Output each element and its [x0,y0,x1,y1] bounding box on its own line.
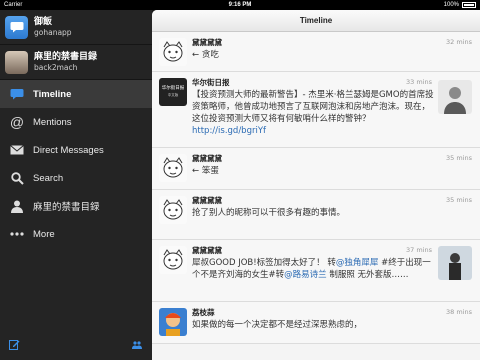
page-title: Timeline [152,10,480,32]
avatar-sublabel: 中文版 [167,93,179,97]
tweet-time: 35 mins [446,154,472,162]
tweet-time: 38 mins [446,308,472,316]
tweet-author: 黛黛黛黛 [192,196,222,205]
nav-item-profile[interactable]: 麻里的禁書目録 [0,192,152,220]
tweet-item[interactable]: 华尔街日报 中文版 华尔街日报 33 mins 【投资预测大师的最新警告】- 杰… [152,72,480,148]
sidebar-toolbar [0,338,152,360]
tweet-text: 制服照 无外套版…… [326,270,409,280]
avatar[interactable]: 华尔街日报 中文版 [159,78,187,106]
nav-label: Mentions [33,116,72,128]
avatar[interactable] [159,196,187,224]
tweet-thumbnail[interactable] [438,80,472,114]
nav-label: Timeline [33,88,72,100]
account-handle: gohanapp [34,27,72,37]
tweet-time: 37 mins [406,246,432,254]
tweet-time: 33 mins [406,78,432,86]
nav-label: More [33,228,55,240]
account-back2mach[interactable]: 麻里的禁書目録 back2mach [0,45,152,80]
nav-item-direct-messages[interactable]: Direct Messages [0,136,152,164]
account-handle: back2mach [34,62,78,72]
envelope-icon [8,142,26,158]
avatar[interactable] [159,154,187,182]
battery-percent: 100% [443,2,459,8]
account-gohanapp[interactable]: 御飯 gohanapp [0,10,152,45]
cartoon-face-icon [159,196,187,224]
nav-item-timeline[interactable]: Timeline [0,80,152,108]
mention-link[interactable]: @独角犀犀 [336,258,379,268]
avatar[interactable] [159,246,187,274]
tweet-item[interactable]: 黛黛黛黛 35 mins ← 笨蛋 [152,148,480,190]
tweet-body: 抢了别人的昵称可以干很多有趣的事情。 [192,208,346,218]
clock: 9:16 PM [228,2,252,8]
search-icon [8,170,26,186]
tweet-time: 32 mins [446,38,472,46]
avatar[interactable] [159,308,187,336]
cartoon-face-icon [159,154,187,182]
compose-icon[interactable] [9,335,20,354]
more-dots-icon [8,226,26,242]
tweet-item[interactable]: 荔枝蒜 38 mins 如果做的每一个决定都不是经过深思熟虑的， [152,302,480,344]
tweet-text: 犀叔GOOD JOB!标签加得太好了！ 转 [192,258,336,268]
nav-item-mentions[interactable]: @ Mentions [0,108,152,136]
battery-icon [462,2,476,8]
tweet-time: 35 mins [446,196,472,204]
cartoon-face-icon [159,246,187,274]
at-sign-icon: @ [9,114,25,130]
tweet-body: 犀叔GOOD JOB!标签加得太好了！ 转@独角犀犀 #终于出现一个不是齐刘海的… [192,257,472,281]
tweet-text: 【投资预测大师的最新警告】- 杰里米·格兰瑟姆是GMO的首席投资策略师，他曾成功… [192,90,434,124]
tweet-item[interactable]: 黛黛黛黛 37 mins 犀叔GOOD JOB!标签加得太好了！ 转@独角犀犀 … [152,240,480,302]
tweet-body: ← 笨蛋 [192,166,219,176]
tweet-author: 荔枝蒜 [192,308,215,317]
battery-indicator: 100% [444,0,476,10]
avatar [5,50,28,74]
status-bar: Carrier 9:16 PM 100% [0,0,480,10]
timeline-panel: Timeline 黛黛黛黛 32 mins ← 贪吃 华尔街日报 中文版 华尔街… [152,10,480,360]
avatar[interactable] [159,38,187,66]
tweet-author: 黛黛黛黛 [192,38,222,47]
tweet-link[interactable]: http://is.gd/bgriYf [192,126,266,136]
tweet-body: 如果做的每一个决定都不是经过深思熟虑的， [192,320,363,330]
nav-item-more[interactable]: More [0,220,152,248]
mention-link[interactable]: @路易诗兰 [284,270,327,280]
account-name: 麻里的禁書目録 [34,51,98,62]
tweet-author: 黛黛黛黛 [192,154,222,163]
person-icon [8,198,26,214]
nav-item-search[interactable]: Search [0,164,152,192]
avatar [5,15,28,39]
speech-bubble-icon [8,86,26,102]
tweet-body: 【投资预测大师的最新警告】- 杰里米·格兰瑟姆是GMO的首席投资策略师，他曾成功… [192,89,472,137]
nav-label: Direct Messages [33,144,104,156]
account-name: 御飯 [34,16,53,27]
tweet-body: ← 贪吃 [192,50,219,60]
people-icon[interactable] [132,334,142,353]
nav-label: 麻里的禁書目録 [33,202,100,213]
tweet-thumbnail[interactable] [438,246,472,280]
tweet-item[interactable]: 黛黛黛黛 32 mins ← 贪吃 [152,32,480,72]
tweet-item[interactable]: 黛黛黛黛 35 mins 抢了别人的昵称可以干很多有趣的事情。 [152,190,480,240]
speech-bubble-icon [10,22,23,33]
sidebar: 御飯 gohanapp 麻里的禁書目録 back2mach Timeline @… [0,10,152,360]
cartoon-face-icon [159,38,187,66]
nav-label: Search [33,172,64,184]
